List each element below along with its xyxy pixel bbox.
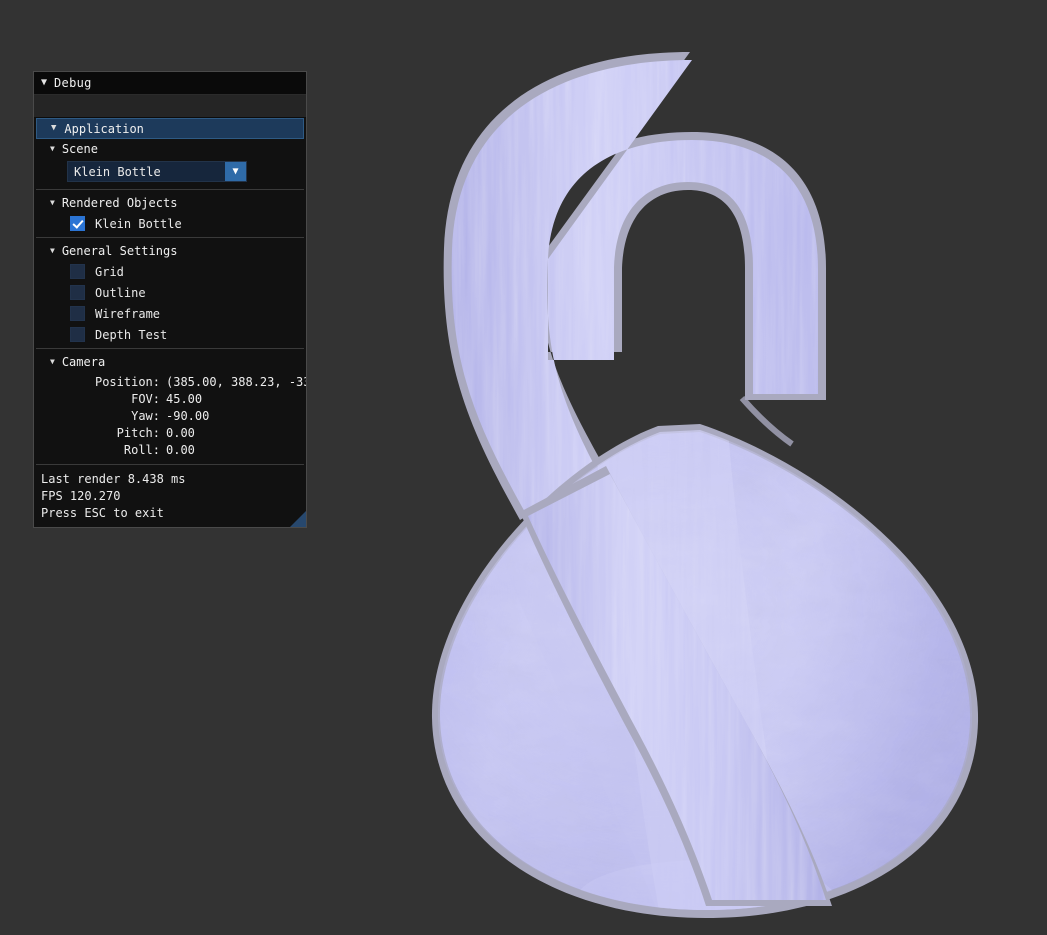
camera-label-roll: Roll: — [123, 442, 160, 457]
rendered-object-label: Klein Bottle — [95, 216, 182, 231]
camera-label-position: Position: — [94, 374, 160, 389]
section-header-general-settings[interactable]: ▼ General Settings — [34, 241, 306, 261]
section-label-general-settings: General Settings — [61, 244, 178, 258]
divider — [36, 189, 304, 190]
camera-value-roll: 0.00 — [166, 442, 195, 457]
section-label-application: Application — [64, 121, 144, 136]
setting-label-depth-test: Depth Test — [95, 327, 168, 342]
setting-label-outline: Outline — [95, 285, 146, 300]
panel-body: ▼ Application ▼ Scene Klein Bottle ▼ ▼ R… — [34, 118, 306, 527]
scene-select[interactable]: Klein Bottle ▼ — [67, 161, 247, 182]
camera-field-pitch: Pitch: 0.00 — [34, 424, 306, 441]
setting-row-depth-test[interactable]: Depth Test — [34, 324, 306, 345]
checkbox-outline[interactable] — [70, 285, 85, 300]
setting-row-wireframe[interactable]: Wireframe — [34, 303, 306, 324]
camera-value-pitch: 0.00 — [166, 425, 195, 440]
rendered-object-row[interactable]: Klein Bottle — [34, 213, 306, 234]
setting-row-grid[interactable]: Grid — [34, 261, 306, 282]
triangle-down-icon: ▼ — [232, 165, 239, 177]
triangle-down-icon[interactable]: ▼ — [50, 145, 55, 153]
checkbox-klein-bottle[interactable] — [70, 216, 85, 231]
section-label-camera: Camera — [61, 355, 106, 369]
scene-select-value: Klein Bottle — [74, 164, 161, 179]
camera-label-pitch: Pitch: — [116, 425, 160, 440]
resize-grip[interactable] — [290, 511, 306, 527]
setting-label-grid: Grid — [95, 264, 124, 279]
setting-row-outline[interactable]: Outline — [34, 282, 306, 303]
panel-title-bar[interactable]: ▼ Debug — [34, 72, 306, 95]
camera-value-position: (385.00, 388.23, -33.32 — [166, 374, 306, 389]
checkbox-wireframe[interactable] — [70, 306, 85, 321]
section-label-rendered-objects: Rendered Objects — [61, 196, 178, 210]
section-header-scene[interactable]: ▼ Scene — [34, 139, 306, 159]
camera-field-yaw: Yaw: -90.00 — [34, 407, 306, 424]
section-header-camera[interactable]: ▼ Camera — [34, 352, 306, 372]
camera-field-position: Position: (385.00, 388.23, -33.32 — [34, 373, 306, 390]
camera-label-fov: FOV: — [131, 391, 160, 406]
scene-dropdown-wrap: Klein Bottle ▼ — [34, 159, 306, 186]
camera-field-roll: Roll: 0.00 — [34, 441, 306, 458]
section-header-application[interactable]: ▼ Application — [36, 118, 304, 139]
setting-label-wireframe: Wireframe — [95, 306, 161, 321]
divider — [36, 237, 304, 238]
triangle-down-icon[interactable]: ▼ — [50, 247, 55, 255]
triangle-down-icon[interactable]: ▼ — [50, 358, 55, 366]
triangle-down-icon[interactable]: ▼ — [51, 124, 56, 133]
triangle-down-icon[interactable]: ▼ — [41, 78, 47, 88]
scene-select-arrow-button[interactable]: ▼ — [225, 162, 246, 181]
camera-label-yaw: Yaw: — [131, 408, 160, 423]
checkbox-depth-test[interactable] — [70, 327, 85, 342]
status-last-render: Last render 8.438 ms — [41, 471, 186, 486]
section-header-rendered-objects[interactable]: ▼ Rendered Objects — [34, 193, 306, 213]
camera-value-yaw: -90.00 — [166, 408, 210, 423]
camera-field-fov: FOV: 45.00 — [34, 390, 306, 407]
status-footer: Last render 8.438 ms FPS 120.270 Press E… — [34, 468, 306, 526]
divider — [36, 464, 304, 465]
camera-readout-list: Position: (385.00, 388.23, -33.32 FOV: 4… — [34, 372, 306, 461]
divider — [36, 348, 304, 349]
status-exit-hint: Press ESC to exit — [41, 505, 164, 520]
section-label-scene: Scene — [61, 142, 98, 156]
status-fps: FPS 120.270 — [41, 488, 121, 503]
camera-value-fov: 45.00 — [166, 391, 203, 406]
triangle-down-icon[interactable]: ▼ — [50, 199, 55, 207]
panel-title: Debug — [54, 76, 92, 90]
debug-panel[interactable]: ▼ Debug ▼ Application ▼ Scene Klein Bott… — [33, 71, 307, 528]
panel-tab-strip[interactable] — [34, 95, 306, 118]
checkbox-grid[interactable] — [70, 264, 85, 279]
